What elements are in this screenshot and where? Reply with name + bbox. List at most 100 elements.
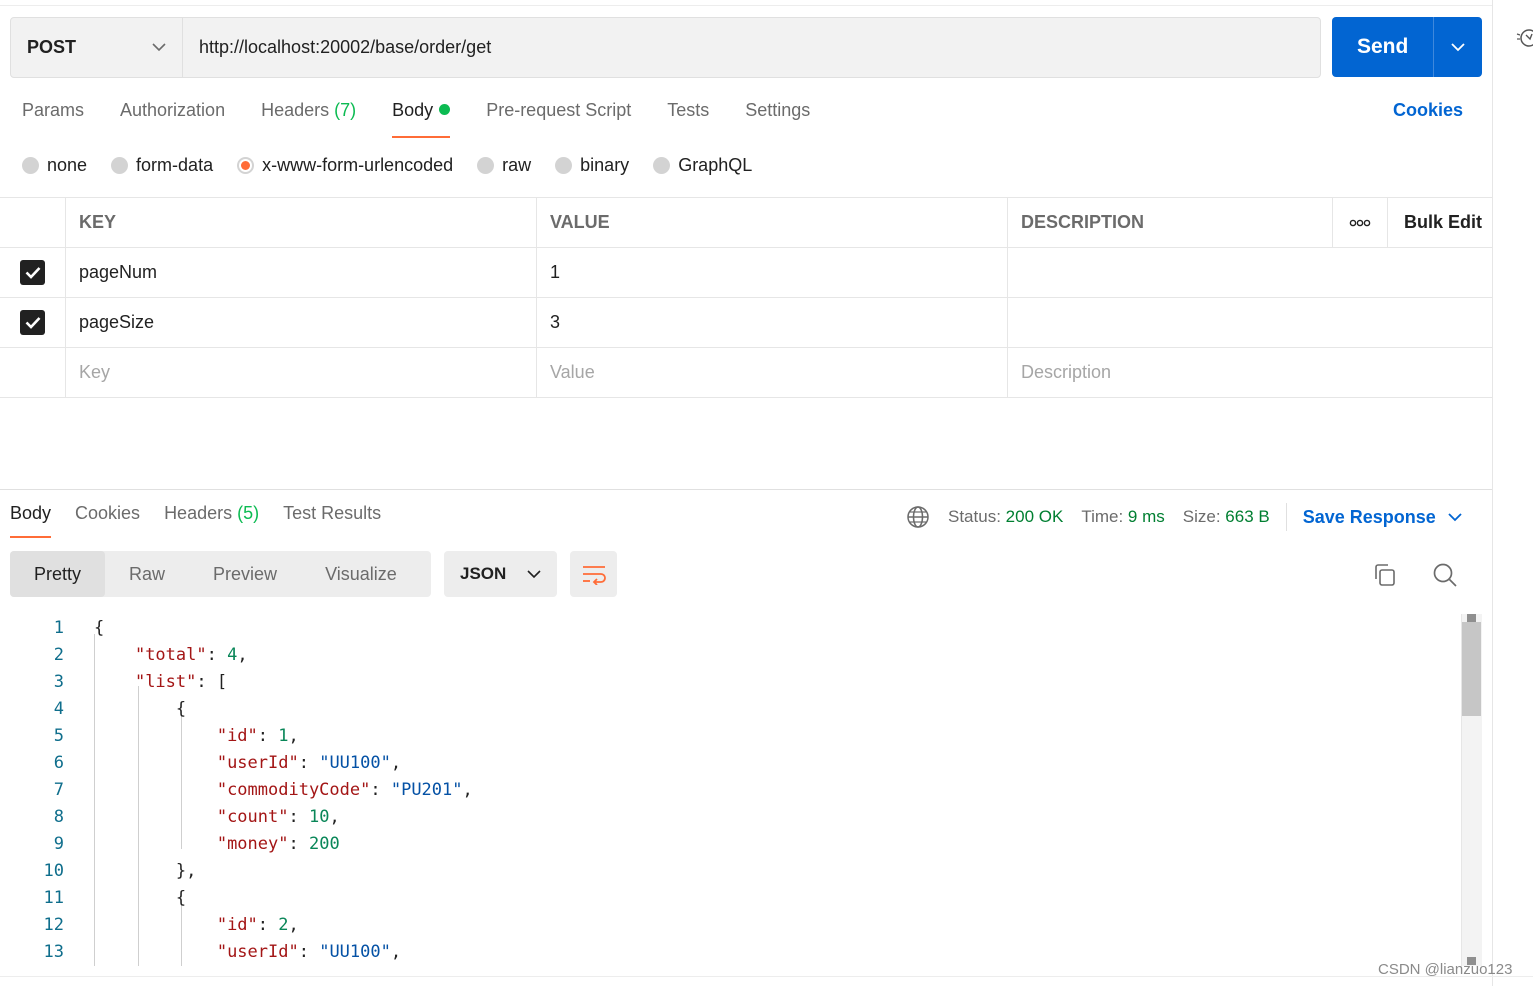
code-text: { <box>94 699 187 719</box>
top-divider <box>0 5 1492 6</box>
param-value-cell[interactable]: 1 <box>537 248 1008 297</box>
param-value-cell[interactable]: 3 <box>537 298 1008 347</box>
scrollbar-thumb[interactable] <box>1462 622 1481 716</box>
time-label: Time: <box>1081 507 1124 526</box>
method-label: POST <box>27 37 77 57</box>
cookies-link[interactable]: Cookies <box>1393 100 1463 121</box>
table-row-new: Key Value Description <box>0 348 1492 398</box>
search-icon <box>1433 563 1457 587</box>
copy-button[interactable] <box>1372 562 1400 590</box>
response-meta: Status: 200 OK Time: 9 ms Size: 663 B Sa… <box>906 503 1462 531</box>
size-label: Size: <box>1182 507 1221 526</box>
radio-circle <box>22 157 39 174</box>
response-tab-body[interactable]: Body <box>10 503 52 538</box>
view-visualize[interactable]: Visualize <box>301 551 421 597</box>
tab-label: Tests <box>667 100 710 120</box>
radio-circle <box>653 157 671 174</box>
line-number: 5 <box>53 726 64 746</box>
code-text: { <box>94 618 105 638</box>
radio-form-data[interactable]: form-data <box>111 155 213 176</box>
code-text: "total": 4, <box>134 645 248 665</box>
more-options-button[interactable] <box>1333 198 1388 247</box>
new-description-input[interactable]: Description <box>1008 348 1492 397</box>
tab-label: Body <box>10 503 52 523</box>
save-response-button[interactable]: Save Response <box>1303 507 1462 528</box>
code-line: 12 "id": 2, <box>0 912 1460 939</box>
tab-label: Params <box>22 100 85 120</box>
send-button[interactable]: Send <box>1332 17 1433 77</box>
code-text: "userId": "UU100", <box>216 753 402 773</box>
row-checkbox-cell <box>0 348 66 397</box>
new-key-input[interactable]: Key <box>66 348 537 397</box>
line-number: 12 <box>43 915 64 935</box>
divider <box>1285 503 1287 531</box>
bulk-edit-button[interactable]: Bulk Edit <box>1388 198 1492 247</box>
url-input[interactable]: http://localhost:20002/base/order/get <box>183 18 1320 77</box>
headers-count: (7) <box>334 100 357 120</box>
header-check-cell <box>0 198 66 247</box>
size-value[interactable]: 663 B <box>1225 507 1269 527</box>
param-description-cell[interactable] <box>1008 298 1492 347</box>
radio-raw[interactable]: raw <box>477 155 531 176</box>
code-text: "id": 2, <box>216 915 299 935</box>
view-raw[interactable]: Raw <box>105 551 189 597</box>
param-key-cell[interactable]: pageNum <box>66 248 537 297</box>
search-button[interactable] <box>1432 562 1460 590</box>
globe-icon[interactable] <box>906 505 930 529</box>
new-value-input[interactable]: Value <box>537 348 1008 397</box>
line-number: 8 <box>53 807 64 827</box>
tab-params[interactable]: Params <box>22 100 84 138</box>
view-pretty[interactable]: Pretty <box>10 551 106 597</box>
params-table: KEY VALUE DESCRIPTION Bulk Edit pageNum … <box>0 197 1492 398</box>
chevron-down-icon <box>527 569 541 578</box>
body-type-radios: none form-data x-www-form-urlencoded raw… <box>22 155 776 176</box>
response-headers-count: (5) <box>237 503 260 523</box>
scroll-up-arrow[interactable] <box>1467 614 1476 622</box>
wrap-lines-button[interactable] <box>570 551 617 597</box>
code-text: "list": [ <box>134 672 228 692</box>
send-button-group: Send <box>1332 17 1482 77</box>
code-line: 6 "userId": "UU100", <box>0 750 1460 777</box>
tab-pre-request-script[interactable]: Pre-request Script <box>486 100 631 138</box>
code-line: 8 "count": 10, <box>0 804 1460 831</box>
line-number: 2 <box>53 645 64 665</box>
more-horizontal-icon <box>1349 219 1371 226</box>
chevron-down-icon <box>152 43 166 52</box>
line-number: 11 <box>43 888 64 908</box>
radio-x-www-form-urlencoded[interactable]: x-www-form-urlencoded <box>237 155 453 176</box>
response-tab-cookies[interactable]: Cookies <box>75 503 140 538</box>
tab-label: Body <box>392 100 434 120</box>
view-preview[interactable]: Preview <box>189 551 301 597</box>
tab-body[interactable]: Body <box>392 100 451 138</box>
code-line: 11 { <box>0 885 1460 912</box>
response-tab-headers[interactable]: Headers (5) <box>164 503 259 538</box>
send-options-button[interactable] <box>1433 17 1482 77</box>
tab-label: Pre-request Script <box>486 100 632 120</box>
response-body-editor[interactable]: 1{2 "total": 4, 3 "list": [4 {5 "id": 1, 6… <box>0 614 1460 966</box>
radio-circle <box>477 157 495 174</box>
tab-settings[interactable]: Settings <box>745 100 810 138</box>
code-line: 4 { <box>0 696 1460 723</box>
param-key-cell[interactable]: pageSize <box>66 298 537 347</box>
param-description-cell[interactable] <box>1008 248 1492 297</box>
tab-label: Headers <box>261 100 330 120</box>
tab-headers[interactable]: Headers (7) <box>261 100 356 138</box>
method-select[interactable]: POST <box>11 18 183 77</box>
radio-none[interactable]: none <box>22 155 87 176</box>
radio-binary[interactable]: binary <box>555 155 629 176</box>
response-tab-test-results[interactable]: Test Results <box>283 503 381 538</box>
table-header-row: KEY VALUE DESCRIPTION Bulk Edit <box>0 197 1492 248</box>
response-divider[interactable] <box>0 489 1492 490</box>
row-checkbox[interactable] <box>20 310 45 335</box>
tab-tests[interactable]: Tests <box>667 100 709 138</box>
lightbulb-icon[interactable] <box>1516 26 1533 50</box>
column-header-description: DESCRIPTION <box>1008 198 1333 247</box>
radio-graphql[interactable]: GraphQL <box>653 155 752 176</box>
tab-authorization[interactable]: Authorization <box>120 100 225 138</box>
status-value[interactable]: 200 OK <box>1006 507 1064 527</box>
time-value[interactable]: 9 ms <box>1128 507 1165 527</box>
format-select[interactable]: JSON <box>444 551 557 597</box>
code-text: "userId": "UU100", <box>216 942 402 962</box>
code-text: "count": 10, <box>216 807 340 827</box>
row-checkbox[interactable] <box>20 260 45 285</box>
